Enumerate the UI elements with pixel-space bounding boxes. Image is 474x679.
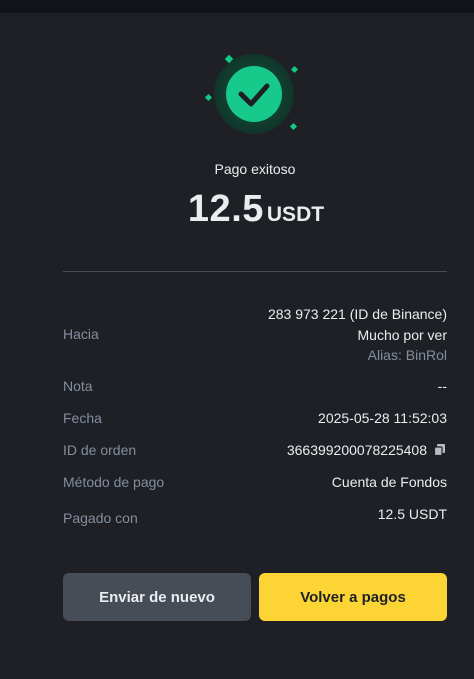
- recipient-label: Hacia: [63, 326, 99, 342]
- paid-with-value: 12.5 USDT: [377, 506, 447, 522]
- recipient-id: 283 973 221 (ID de Binance): [267, 306, 447, 322]
- top-bar: [0, 0, 474, 13]
- amount-currency: USDT: [266, 203, 325, 226]
- date-value: 2025-05-28 11:52:03: [318, 410, 447, 426]
- recipient-alias: Alias: BinRol: [367, 347, 447, 363]
- note-value: --: [437, 378, 447, 394]
- note-label: Nota: [63, 378, 93, 394]
- success-check-icon: [204, 54, 299, 134]
- amount-value: 12.5: [187, 188, 264, 230]
- back-to-payments-button[interactable]: Volver a pagos: [259, 573, 447, 621]
- copy-icon[interactable]: [433, 443, 447, 457]
- order-id-label: ID de orden: [63, 442, 137, 458]
- order-id-value: 366399200078225408: [286, 442, 427, 458]
- status-title: Pago exitoso: [214, 161, 296, 177]
- recipient-name: Mucho por ver: [357, 327, 447, 343]
- payment-method-value: Cuenta de Fondos: [331, 474, 447, 490]
- date-label: Fecha: [63, 410, 102, 426]
- order-id-row: 366399200078225408: [287, 442, 447, 458]
- divider: [63, 271, 447, 272]
- amount-display: 12.5 USDT: [0, 188, 474, 231]
- send-again-button[interactable]: Enviar de nuevo: [63, 573, 251, 621]
- payment-method-label: Método de pago: [63, 474, 165, 490]
- paid-with-label: Pagado con: [63, 510, 138, 526]
